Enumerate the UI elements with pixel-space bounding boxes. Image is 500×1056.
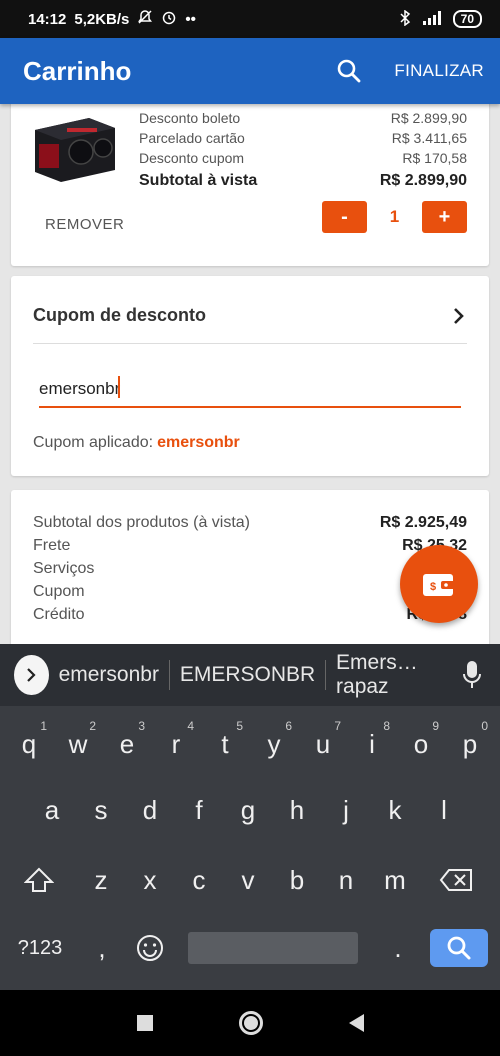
keyboard: q1 w2 e3 r4 t5 y6 u7 i8 o9 p0 a s d f g … bbox=[0, 706, 500, 990]
page-title: Carrinho bbox=[23, 55, 132, 86]
suggestion[interactable]: emersonbr bbox=[49, 663, 169, 687]
back-icon[interactable] bbox=[348, 1014, 364, 1032]
app-bar: Carrinho FINALIZAR bbox=[0, 38, 500, 104]
space-key[interactable] bbox=[188, 932, 358, 964]
product-card: Desconto boleto R$ 2.899,90 Parcelado ca… bbox=[11, 104, 489, 266]
applied-code: emersonbr bbox=[157, 434, 240, 451]
battery-icon: 70 bbox=[452, 10, 482, 28]
key-i[interactable]: i8 bbox=[348, 714, 396, 774]
status-bar: 14:12 5,2KB/s •• 70 bbox=[0, 0, 500, 38]
summary-row: Crédito R$ ...,58 bbox=[33, 606, 467, 623]
key-x[interactable]: x bbox=[126, 850, 174, 910]
status-extra: •• bbox=[185, 10, 196, 28]
text-cursor bbox=[118, 376, 120, 398]
signal-icon bbox=[421, 10, 443, 29]
key-w[interactable]: w2 bbox=[54, 714, 102, 774]
key-b[interactable]: b bbox=[273, 850, 321, 910]
coupon-header[interactable]: Cupom de desconto bbox=[33, 296, 467, 344]
shift-key[interactable] bbox=[15, 850, 63, 910]
key-s[interactable]: s bbox=[77, 780, 125, 840]
chevron-right-icon[interactable] bbox=[14, 655, 49, 695]
coupon-input[interactable] bbox=[39, 372, 461, 408]
chevron-right-icon[interactable] bbox=[449, 307, 467, 325]
quantity-stepper: - 1 + bbox=[322, 201, 467, 233]
key-o[interactable]: o9 bbox=[397, 714, 445, 774]
wallet-fab-button[interactable]: $ bbox=[400, 545, 478, 623]
recents-icon[interactable] bbox=[136, 1015, 153, 1031]
home-icon[interactable] bbox=[238, 1011, 263, 1035]
search-icon[interactable] bbox=[334, 56, 364, 86]
key-t[interactable]: t5 bbox=[201, 714, 249, 774]
status-time: 14:12 bbox=[28, 10, 67, 28]
key-comma[interactable]: , bbox=[78, 918, 126, 978]
microphone-icon[interactable] bbox=[462, 660, 482, 690]
alarm-icon bbox=[161, 9, 177, 29]
coupon-card: Cupom de desconto Cupom aplicado:emerson… bbox=[11, 276, 489, 476]
backspace-key[interactable] bbox=[432, 850, 480, 910]
key-period[interactable]: . bbox=[374, 918, 422, 978]
price-row: Desconto cupom R$ 170,58 bbox=[139, 150, 467, 166]
key-p[interactable]: p0 bbox=[446, 714, 494, 774]
coupon-title: Cupom de desconto bbox=[33, 305, 207, 325]
search-icon bbox=[447, 936, 471, 960]
subtotal-row: Subtotal à vista R$ 2.899,90 bbox=[139, 172, 467, 189]
product-image bbox=[31, 108, 119, 186]
search-key[interactable] bbox=[430, 929, 488, 967]
status-speed: 5,2KB/s bbox=[74, 10, 130, 28]
backspace-icon bbox=[439, 869, 472, 891]
key-v[interactable]: v bbox=[224, 850, 272, 910]
key-z[interactable]: z bbox=[77, 850, 125, 910]
key-e[interactable]: e3 bbox=[103, 714, 151, 774]
suggestion[interactable]: EMERSONBR bbox=[170, 663, 325, 687]
key-c[interactable]: c bbox=[175, 850, 223, 910]
suggestion[interactable]: Emers…rapaz bbox=[326, 651, 462, 699]
key-r[interactable]: r4 bbox=[152, 714, 200, 774]
emoji-key[interactable] bbox=[126, 918, 174, 978]
key-j[interactable]: j bbox=[322, 780, 370, 840]
key-y[interactable]: y6 bbox=[250, 714, 298, 774]
key-d[interactable]: d bbox=[126, 780, 174, 840]
quantity-value: 1 bbox=[389, 207, 400, 226]
remove-button[interactable]: REMOVER bbox=[45, 216, 124, 233]
key-h[interactable]: h bbox=[273, 780, 321, 840]
key-n[interactable]: n bbox=[322, 850, 370, 910]
key-q[interactable]: q1 bbox=[5, 714, 53, 774]
mute-icon bbox=[137, 9, 153, 29]
price-list: Desconto boleto R$ 2.899,90 Parcelado ca… bbox=[139, 108, 467, 193]
key-a[interactable]: a bbox=[28, 780, 76, 840]
symbols-key[interactable]: ?123 bbox=[12, 918, 68, 978]
increase-button[interactable]: + bbox=[422, 201, 467, 233]
summary-row: Subtotal dos produtos (à vista) R$ 2.925… bbox=[33, 514, 467, 531]
navigation-bar bbox=[0, 990, 500, 1056]
key-u[interactable]: u7 bbox=[299, 714, 347, 774]
finalize-button[interactable]: FINALIZAR bbox=[394, 61, 484, 81]
coupon-applied: Cupom aplicado: emersonbr bbox=[33, 434, 240, 451]
shift-icon bbox=[23, 867, 55, 892]
key-m[interactable]: m bbox=[371, 850, 419, 910]
svg-text:$: $ bbox=[430, 581, 436, 593]
decrease-button[interactable]: - bbox=[322, 201, 367, 233]
emoji-icon bbox=[137, 935, 163, 961]
key-g[interactable]: g bbox=[224, 780, 272, 840]
bluetooth-icon bbox=[399, 9, 411, 29]
key-l[interactable]: l bbox=[420, 780, 468, 840]
key-f[interactable]: f bbox=[175, 780, 223, 840]
keyboard-suggestion-bar: emersonbr EMERSONBR Emers…rapaz bbox=[0, 644, 500, 706]
summary-row: Frete R$ 25,32 bbox=[33, 537, 467, 554]
wallet-icon: $ bbox=[423, 574, 455, 596]
price-row: Desconto boleto R$ 2.899,90 bbox=[139, 110, 467, 126]
price-row: Parcelado cartão R$ 3.411,65 bbox=[139, 130, 467, 146]
key-k[interactable]: k bbox=[371, 780, 419, 840]
